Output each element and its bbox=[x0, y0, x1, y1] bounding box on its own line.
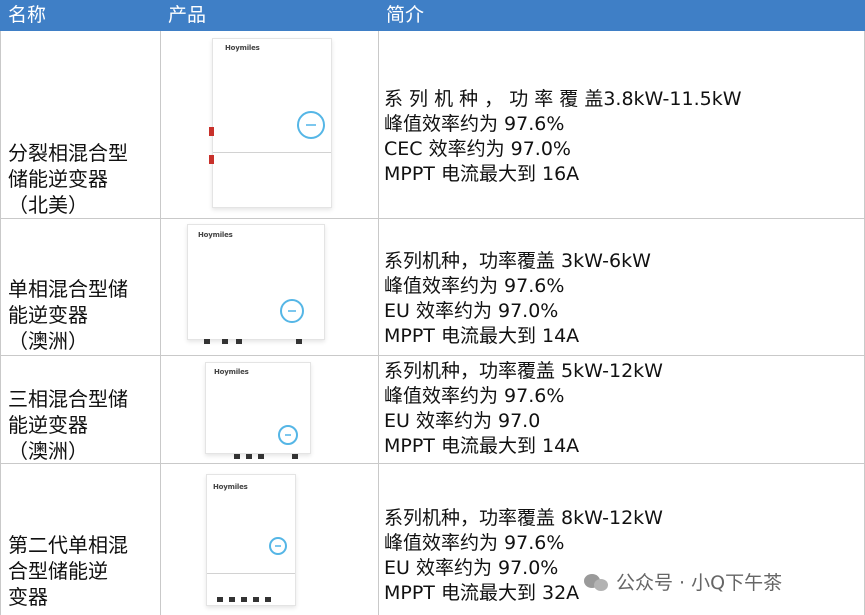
description-line: EU 效率约为 97.0 bbox=[384, 410, 541, 432]
column-divider bbox=[0, 31, 1, 615]
description-line: MPPT 电流最大到 14A bbox=[384, 325, 580, 347]
header-name: 名称 bbox=[0, 0, 160, 31]
product-name-line: 能逆变器 bbox=[8, 303, 88, 327]
product-name-line: 分裂相混合型 bbox=[8, 141, 128, 165]
port-icon bbox=[241, 597, 247, 602]
product-name-line: 储能逆变器 bbox=[8, 167, 108, 191]
description-line: 系列机种，功率覆盖 5kW-12kW bbox=[384, 360, 663, 382]
brand-logo: Hoymiles bbox=[213, 483, 248, 491]
description-line: 峰值效率约为 97.6% bbox=[384, 385, 565, 407]
product-image: Hoymiles bbox=[209, 38, 332, 208]
watermark-text: 公众号 · 小Q下午茶 bbox=[616, 572, 783, 594]
product-name-line: 第二代单相混 bbox=[8, 533, 128, 557]
watermark: 公众号 · 小Q下午茶 bbox=[584, 568, 782, 595]
red-switch-icon bbox=[209, 127, 214, 136]
product-image: Hoymiles bbox=[205, 362, 311, 459]
product-name-line: 能逆变器 bbox=[8, 413, 88, 437]
product-description: 系 列 机 种 ， 功 率 覆 盖3.8kW-11.5kW 峰值效率约为 97.… bbox=[384, 87, 742, 187]
product-image: Hoymiles bbox=[206, 474, 296, 606]
port-icon bbox=[246, 454, 252, 459]
column-divider bbox=[160, 31, 161, 615]
product-name-line: 三相混合型储 bbox=[8, 387, 128, 411]
port-icon bbox=[253, 597, 259, 602]
product-description: 系列机种，功率覆盖 5kW-12kW 峰值效率约为 97.6% EU 效率约为 … bbox=[384, 359, 663, 459]
indicator-ring-icon bbox=[278, 425, 298, 445]
port-icon bbox=[292, 454, 298, 459]
port-icon bbox=[229, 597, 235, 602]
description-line: 峰值效率约为 97.6% bbox=[384, 275, 565, 297]
product-image: Hoymiles bbox=[187, 224, 325, 344]
product-name-line: 合型储能逆 bbox=[8, 559, 108, 583]
indicator-ring-icon bbox=[297, 111, 325, 139]
port-icon bbox=[217, 597, 223, 602]
description-line: 峰值效率约为 97.6% bbox=[384, 113, 565, 135]
description-line: CEC 效率约为 97.0% bbox=[384, 138, 571, 160]
port-icon bbox=[296, 339, 302, 344]
product-name: 第二代单相混 合型储能逆 变器 bbox=[8, 532, 158, 610]
description-line: EU 效率约为 97.0% bbox=[384, 300, 559, 322]
description-line: 系列机种，功率覆盖 8kW-12kW bbox=[384, 507, 663, 529]
indicator-ring-icon bbox=[269, 537, 287, 555]
product-name: 分裂相混合型 储能逆变器 （北美） bbox=[8, 140, 158, 218]
description-line: 系列机种，功率覆盖 3kW-6kW bbox=[384, 250, 651, 272]
product-description: 系列机种，功率覆盖 3kW-6kW 峰值效率约为 97.6% EU 效率约为 9… bbox=[384, 249, 651, 349]
product-name: 三相混合型储 能逆变器 （澳洲） bbox=[8, 386, 158, 464]
port-icon bbox=[204, 339, 210, 344]
product-name: 单相混合型储 能逆变器 （澳洲） bbox=[8, 276, 158, 354]
product-name-line: （北美） bbox=[8, 193, 88, 217]
port-icon bbox=[265, 597, 271, 602]
brand-logo: Hoymiles bbox=[214, 368, 249, 376]
port-icon bbox=[258, 454, 264, 459]
product-table: 名称 产品 简介 分裂相混合型 储能逆变器 （北美） Hoymiles 系 列 … bbox=[0, 0, 865, 615]
product-name-line: 单相混合型储 bbox=[8, 277, 128, 301]
port-icon bbox=[234, 454, 240, 459]
description-line: MPPT 电流最大到 16A bbox=[384, 163, 580, 185]
product-name-line: （澳洲） bbox=[8, 439, 88, 463]
description-line: 系 列 机 种 ， 功 率 覆 盖3.8kW-11.5kW bbox=[384, 88, 742, 110]
brand-logo: Hoymiles bbox=[198, 231, 233, 239]
header-product: 产品 bbox=[160, 0, 378, 31]
wechat-official-account-icon bbox=[584, 571, 610, 593]
product-name-line: 变器 bbox=[8, 585, 48, 609]
column-divider bbox=[378, 31, 379, 615]
red-switch-icon bbox=[209, 155, 214, 164]
indicator-ring-icon bbox=[280, 299, 304, 323]
port-icon bbox=[236, 339, 242, 344]
description-line: 峰值效率约为 97.6% bbox=[384, 532, 565, 554]
header-intro: 简介 bbox=[378, 0, 865, 31]
description-line: MPPT 电流最大到 14A bbox=[384, 435, 580, 457]
panel-seam bbox=[207, 573, 295, 574]
panel-seam bbox=[213, 152, 331, 153]
product-name-line: （澳洲） bbox=[8, 329, 88, 353]
port-icon bbox=[222, 339, 228, 344]
brand-logo: Hoymiles bbox=[225, 44, 260, 52]
